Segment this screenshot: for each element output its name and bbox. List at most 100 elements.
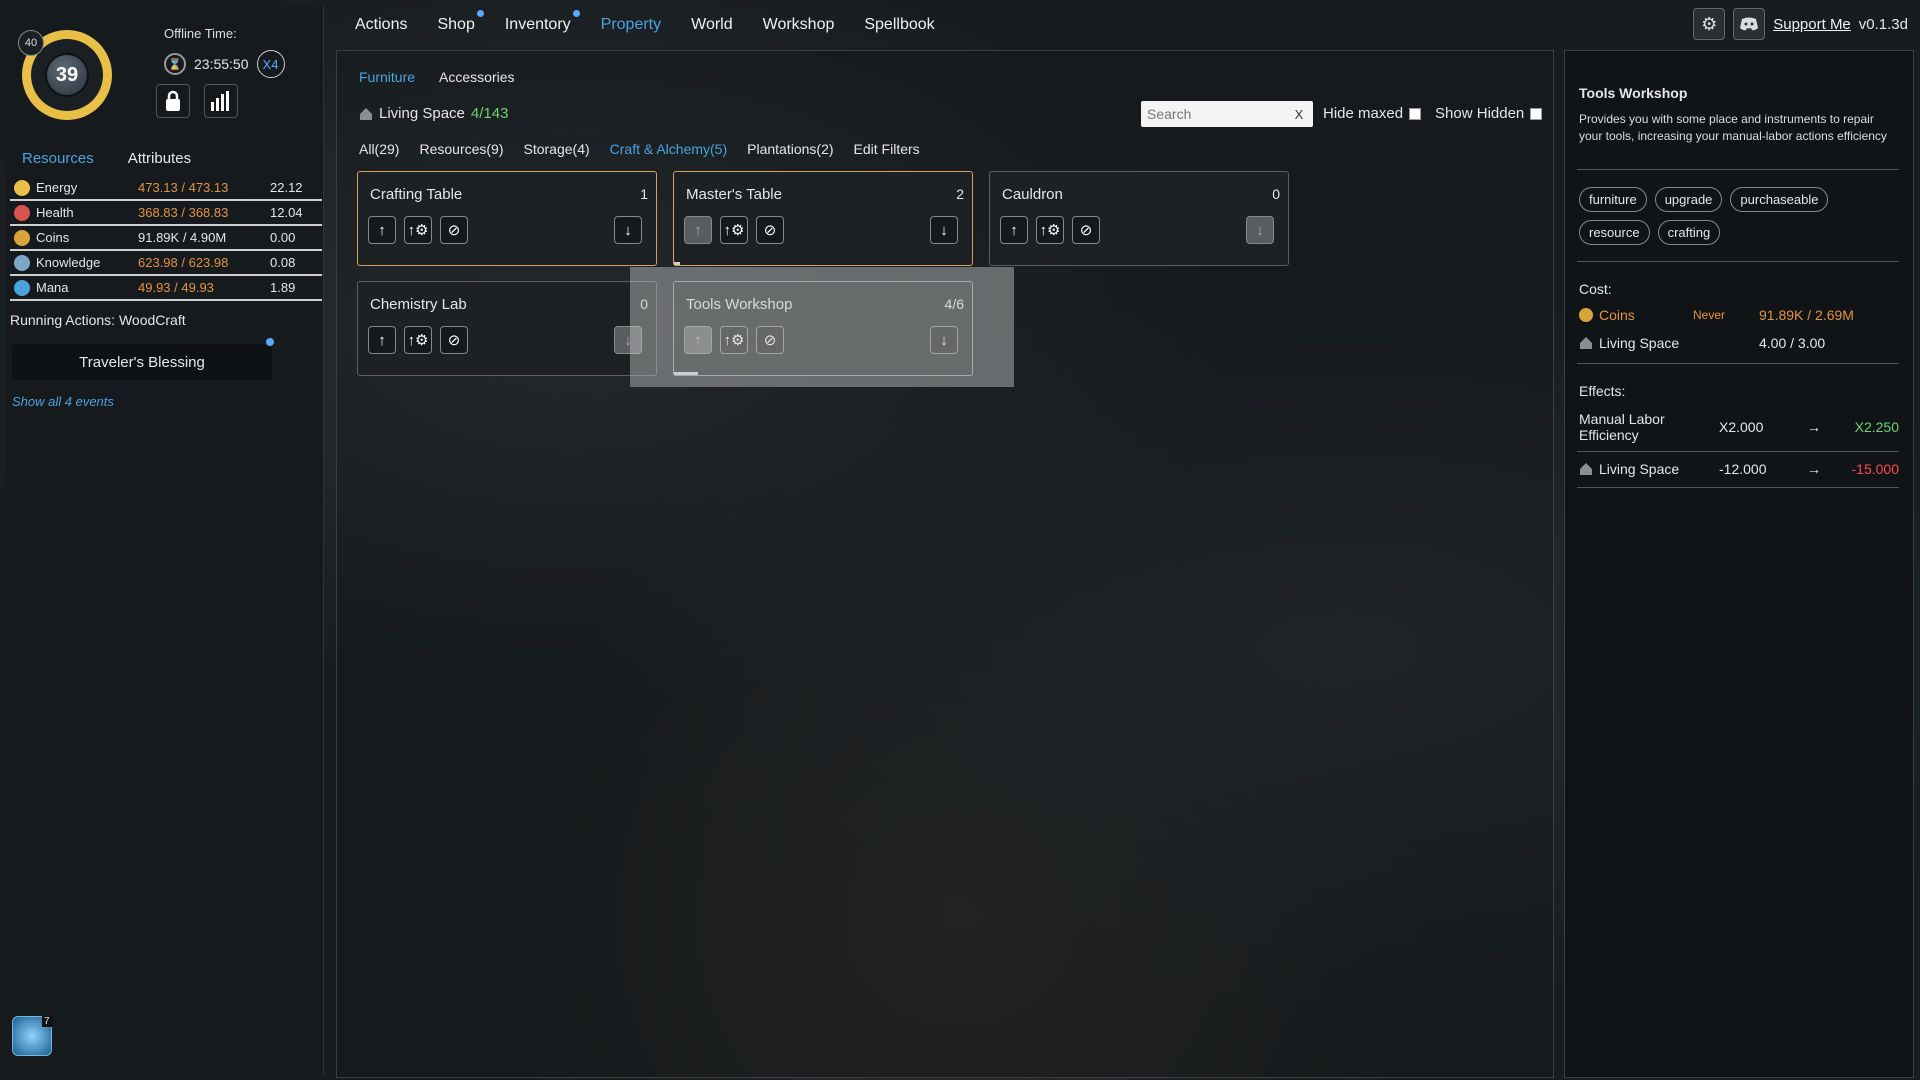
sell-button[interactable]: ↓ [614, 216, 642, 244]
resource-name: Knowledge [36, 255, 101, 270]
resource-rate: 12.04 [270, 205, 303, 220]
tag[interactable]: resource [1579, 220, 1650, 245]
divider [1577, 261, 1899, 262]
resource-row-coins[interactable]: Coins 91.89K / 4.90M 0.00 [10, 226, 322, 251]
eye-slash-icon: ⊘ [763, 332, 777, 349]
edit-filters-button[interactable]: Edit Filters [854, 141, 920, 157]
lock-icon [166, 90, 180, 111]
tab-furniture[interactable]: Furniture [359, 69, 415, 85]
lock-button[interactable] [156, 84, 190, 118]
speed-toggle-button[interactable]: X4 [256, 50, 285, 78]
left-tabs: Resources Attributes [22, 150, 191, 167]
tab-resources[interactable]: Resources [22, 150, 94, 167]
heart-icon [14, 204, 30, 221]
arrow-down-icon: ↓ [1256, 221, 1264, 239]
tag[interactable]: furniture [1579, 187, 1647, 212]
nav-inventory-label: Inventory [504, 16, 571, 33]
hide-button[interactable]: ⊘ [756, 216, 784, 244]
arrow-up-gear-icon: ↑⚙ [723, 222, 745, 239]
eye-slash-icon: ⊘ [763, 222, 777, 239]
version-label: v0.1.3d [1858, 15, 1908, 33]
furniture-card[interactable]: Tools Workshop 4/6 ↑ ↑⚙ ⊘ ↓ [673, 281, 973, 376]
buy-button[interactable]: ↑ [684, 326, 712, 354]
support-me-link[interactable]: Support Me [1773, 16, 1851, 33]
hide-button[interactable]: ⊘ [440, 216, 468, 244]
category-resources[interactable]: Resources(9) [419, 141, 503, 157]
buy-button[interactable]: ↑ [368, 326, 396, 354]
sell-button[interactable]: ↓ [930, 326, 958, 354]
auto-buy-button[interactable]: ↑⚙ [404, 216, 432, 244]
top-right-controls: ⚙ Support Me v0.1.3d [1693, 8, 1908, 40]
arrow-right-icon: → [1807, 419, 1821, 435]
tag[interactable]: crafting [1657, 220, 1721, 245]
show-hidden-checkbox[interactable] [1530, 107, 1543, 120]
living-space-value: 4/143 [470, 105, 509, 122]
auto-buy-button[interactable]: ↑⚙ [720, 326, 748, 354]
hide-button[interactable]: ⊘ [1072, 216, 1100, 244]
nav-spellbook[interactable]: Spellbook [849, 16, 949, 34]
category-craft-alchemy[interactable]: Craft & Alchemy(5) [610, 141, 727, 157]
show-all-events-link[interactable]: Show all 4 events [12, 394, 114, 409]
sell-button[interactable]: ↓ [614, 326, 642, 354]
discord-button[interactable] [1733, 8, 1766, 40]
auto-buy-button[interactable]: ↑⚙ [1036, 216, 1064, 244]
resource-row-knowledge[interactable]: Knowledge 623.98 / 623.98 0.08 [10, 251, 322, 276]
auto-buy-button[interactable]: ↑⚙ [404, 326, 432, 354]
property-panel: Furniture Accessories Living Space 4/143… [336, 50, 1554, 1078]
buy-button[interactable]: ↑ [1000, 216, 1028, 244]
resource-row-energy[interactable]: Energy 473.13 / 473.13 22.12 [10, 176, 322, 201]
arrow-down-icon: ↓ [624, 331, 632, 349]
search-input[interactable] [1141, 106, 1291, 122]
category-plantations[interactable]: Plantations(2) [747, 141, 833, 157]
resource-rate: 22.12 [270, 180, 303, 195]
category-all[interactable]: All(29) [359, 141, 399, 157]
buy-button[interactable]: ↑ [368, 216, 396, 244]
tag[interactable]: upgrade [1654, 187, 1723, 212]
arrow-up-icon: ↑ [378, 331, 386, 349]
statistics-button[interactable] [204, 84, 238, 118]
furniture-card[interactable]: Master's Table 2 ↑ ↑⚙ ⊘ ↓ [673, 171, 973, 266]
living-space-summary: Living Space 4/143 [359, 105, 508, 122]
arrow-up-icon: ↑ [1010, 221, 1018, 239]
sell-button[interactable]: ↓ [930, 216, 958, 244]
energy-icon [14, 179, 30, 196]
cost-name: Living Space [1599, 335, 1680, 351]
furniture-count: 0 [1272, 186, 1280, 202]
tag[interactable]: purchaseable [1730, 187, 1829, 212]
nav-actions[interactable]: Actions [340, 16, 422, 34]
arrow-down-icon: ↓ [940, 331, 948, 349]
settings-button[interactable]: ⚙ [1693, 8, 1726, 40]
divider [1577, 451, 1899, 452]
tab-accessories[interactable]: Accessories [439, 69, 514, 85]
hide-button[interactable]: ⊘ [440, 326, 468, 354]
tab-attributes[interactable]: Attributes [128, 150, 191, 167]
hide-button[interactable]: ⊘ [756, 326, 784, 354]
divider [1577, 363, 1899, 364]
furniture-name: Tools Workshop [686, 296, 793, 313]
category-storage[interactable]: Storage(4) [524, 141, 590, 157]
sell-button[interactable]: ↓ [1246, 216, 1274, 244]
furniture-progress-bar [674, 372, 698, 375]
furniture-card[interactable]: Cauldron 0 ↑ ↑⚙ ⊘ ↓ [989, 171, 1289, 266]
coin-icon [14, 229, 30, 246]
furniture-card[interactable]: Crafting Table 1 ↑ ↑⚙ ⊘ ↓ [357, 171, 657, 266]
resource-name: Coins [36, 230, 70, 245]
travelers-blessing-button[interactable]: Traveler's Blessing [12, 344, 272, 380]
resource-value: 91.89K / 4.90M [138, 230, 227, 245]
level-badge: 40 [18, 30, 44, 56]
resource-row-mana[interactable]: Mana 49.93 / 49.93 1.89 [10, 276, 322, 301]
nav-shop[interactable]: Shop [422, 10, 489, 34]
buy-button[interactable]: ↑ [684, 216, 712, 244]
nav-property[interactable]: Property [586, 16, 676, 34]
furniture-card[interactable]: Chemistry Lab 0 ↑ ↑⚙ ⊘ ↓ [357, 281, 657, 376]
hide-maxed-checkbox[interactable] [1409, 107, 1422, 120]
auto-buy-button[interactable]: ↑⚙ [720, 216, 748, 244]
furniture-name: Cauldron [1002, 186, 1063, 203]
nav-workshop[interactable]: Workshop [748, 16, 850, 34]
arrow-right-icon: → [1807, 461, 1821, 477]
nav-world[interactable]: World [676, 16, 748, 34]
effect-to: -15.000 [1851, 461, 1899, 477]
resource-row-health[interactable]: Health 368.83 / 368.83 12.04 [10, 201, 322, 226]
nav-inventory[interactable]: Inventory [490, 10, 586, 34]
clear-search-button[interactable]: X [1291, 107, 1307, 122]
